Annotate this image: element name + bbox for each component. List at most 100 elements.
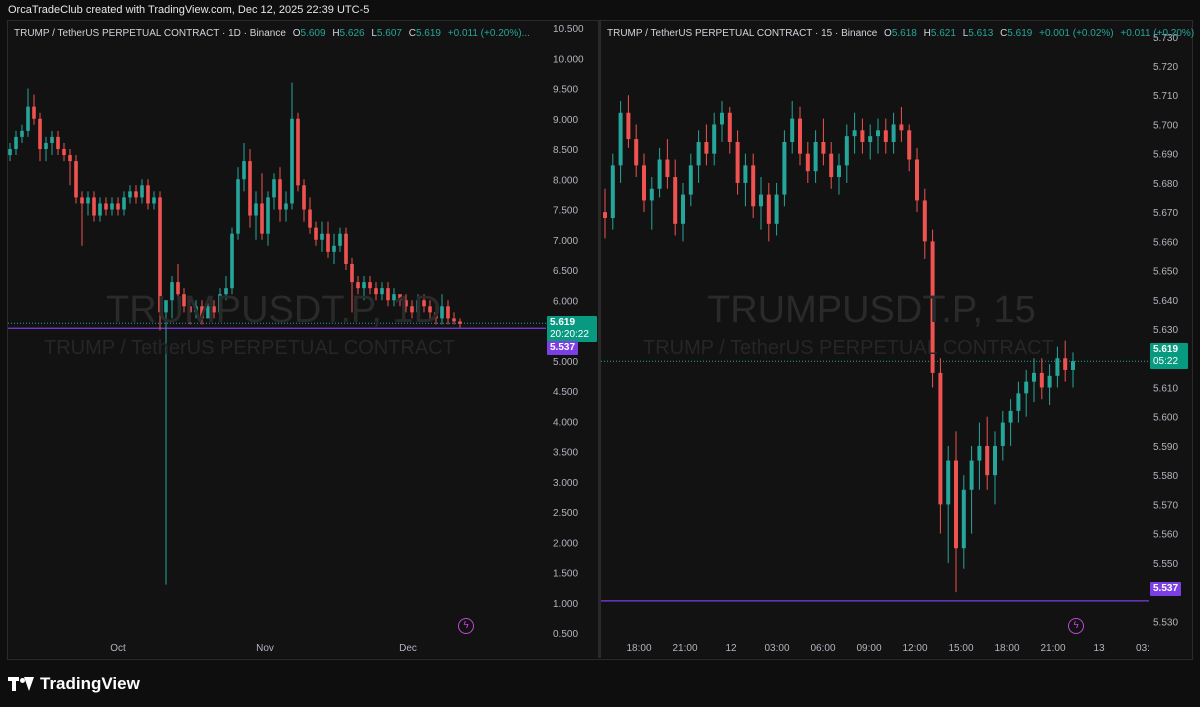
candle-body (743, 165, 748, 183)
y-tick-label: 2.500 (553, 508, 578, 519)
x-tick-label: 06:00 (810, 643, 835, 654)
intraday-countdown: 05:22 (1153, 356, 1179, 367)
candle-body (798, 118, 802, 154)
x-tick-label: 13 (1093, 643, 1105, 654)
candle-body (657, 159, 662, 189)
y-tick-label: 0.500 (553, 629, 578, 640)
candle-body (302, 185, 306, 210)
candle-body (907, 130, 912, 160)
daily-open-value: 5.609 (300, 28, 326, 39)
candle-body (821, 141, 826, 154)
x-tick-label: 18:00 (626, 643, 651, 654)
candle-body (20, 130, 24, 137)
candle-body (813, 141, 818, 172)
x-tick-label: 15:00 (948, 643, 973, 654)
x-tick-label: 09:00 (856, 643, 881, 654)
candle-body (642, 165, 646, 201)
candle-body (104, 203, 108, 210)
candle-body (985, 445, 990, 476)
y-tick-label: 5.640 (1153, 296, 1178, 307)
candle-body (751, 165, 756, 207)
y-tick-label: 9.000 (553, 115, 578, 126)
daily-low-value: 5.607 (376, 28, 402, 39)
x-tick-label: Nov (256, 643, 274, 654)
candle-body (128, 191, 132, 198)
intraday-open-value: 5.618 (891, 28, 917, 39)
candle-body (242, 161, 246, 180)
y-tick-label: 5.580 (1153, 471, 1178, 482)
candle-body (969, 460, 974, 490)
candle-body (1039, 372, 1044, 388)
brand-name: TradingView (40, 674, 140, 693)
candle-body (922, 200, 927, 242)
daily-watermark-symbol: TRUMPUSDT.P, 1D (106, 289, 442, 331)
candle-body (977, 445, 982, 461)
candle-body (14, 136, 18, 149)
lightning-icon[interactable]: ϟ (1068, 618, 1084, 634)
y-tick-label: 4.000 (553, 417, 578, 428)
candle-body (8, 149, 12, 156)
intraday-low-value: 5.613 (968, 28, 994, 39)
intraday-chart-panel[interactable]: 5.730 5.720 5.710 5.700 5.690 5.680 5.670 5.660… (601, 21, 1194, 658)
candle-body (344, 233, 348, 264)
candle-body (727, 112, 732, 142)
candle-body (829, 153, 834, 178)
legend-h-label: H (332, 28, 340, 39)
intraday-change-value-2: +0.011 (+0.20%) (1120, 28, 1195, 39)
candle-body (80, 197, 84, 204)
candle-body (308, 209, 312, 228)
y-tick-label: 4.500 (553, 387, 578, 398)
attribution-bar: OrcaTradeClub created with TradingView.c… (0, 0, 1200, 20)
tradingview-icon (8, 677, 34, 691)
candle-body (1055, 358, 1060, 376)
y-tick-label: 5.630 (1153, 325, 1178, 336)
candle-body (993, 445, 997, 476)
candle-body (1024, 381, 1029, 394)
intraday-legend: TRUMP / TetherUS PERPETUAL CONTRACT · 15… (607, 28, 1194, 39)
daily-legend: TRUMP / TetherUS PERPETUAL CONTRACT · 1D… (14, 28, 530, 39)
x-tick-label: 03:00 (764, 643, 789, 654)
x-tick-label: 18:00 (994, 643, 1019, 654)
daily-price-tag: 5.619 20:20:22 (547, 316, 597, 342)
y-tick-label: 5.690 (1153, 150, 1178, 161)
candle-body (868, 136, 873, 142)
y-tick-label: 8.500 (553, 145, 578, 156)
tradingview-logo[interactable]: TradingView (8, 672, 140, 696)
candle-body (673, 177, 678, 224)
intraday-legend-symbol: TRUMP / TetherUS PERPETUAL CONTRACT · 15… (607, 28, 878, 39)
candle-body (230, 233, 234, 289)
candle-body (290, 118, 294, 204)
y-tick-label: 2.000 (553, 538, 578, 549)
daily-chart-panel[interactable]: 10.500 10.000 9.500 9.000 8.500 8.000 7.500 7.0… (8, 21, 598, 658)
candle-body (320, 233, 324, 240)
candle-body (110, 203, 114, 210)
y-tick-label: 5.650 (1153, 267, 1178, 278)
candle-body (146, 185, 150, 204)
candle-body (284, 203, 288, 210)
lightning-icon[interactable]: ϟ (458, 618, 474, 634)
candle-body (32, 106, 36, 119)
candle-body (56, 136, 60, 149)
candle-body (1047, 375, 1052, 388)
candle-body (266, 197, 270, 234)
y-tick-label: 5.680 (1153, 179, 1178, 190)
y-tick-label: 5.550 (1153, 559, 1178, 570)
y-tick-label: 5.610 (1153, 383, 1178, 394)
candle-body (368, 282, 372, 289)
candle-body (915, 159, 919, 201)
daily-high-value: 5.626 (339, 28, 365, 39)
candle-body (1063, 358, 1068, 370)
daily-watermark-name: TRUMP / TetherUS PERPETUAL CONTRACT (44, 337, 455, 359)
candle-body (782, 141, 787, 195)
candle-body (362, 282, 366, 289)
candle-body (876, 130, 880, 137)
candle-body (844, 136, 849, 166)
y-tick-label: 6.500 (553, 266, 578, 277)
candle-body (446, 306, 450, 319)
x-tick-label: 03: (1136, 643, 1150, 654)
candle-body (946, 460, 951, 505)
intraday-high-value: 5.621 (930, 28, 956, 39)
y-tick-label: 1.000 (553, 599, 578, 610)
y-tick-label: 5.590 (1153, 442, 1178, 453)
y-tick-label: 5.720 (1153, 62, 1178, 73)
